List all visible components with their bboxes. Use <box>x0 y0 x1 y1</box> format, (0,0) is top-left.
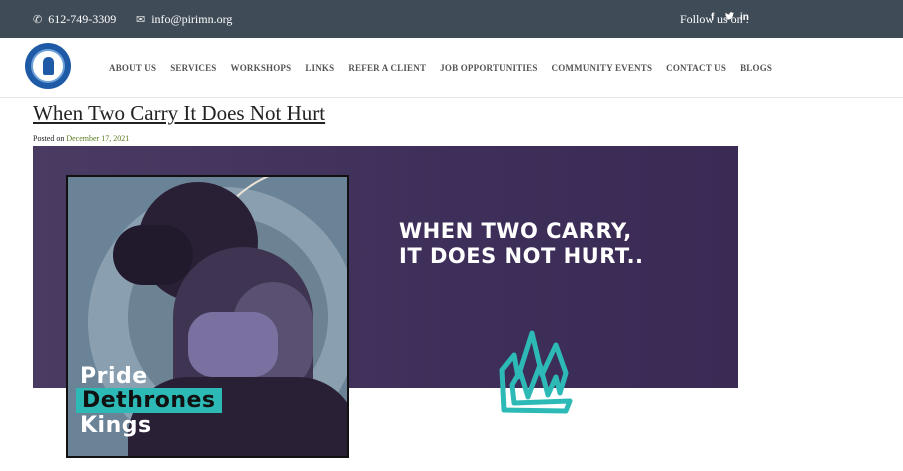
nav-menu: ABOUT US SERVICES WORKSHOPS LINKS REFER … <box>109 63 772 73</box>
follow-label: Follow us on : <box>679 12 749 26</box>
nav-item-community-events[interactable]: COMMUNITY EVENTS <box>552 63 653 73</box>
post-meta: Posted on December 17, 2021 <box>33 134 129 143</box>
email-contact[interactable]: ✉ info@pirimn.org <box>136 12 232 27</box>
poster-text-dethrones: Dethrones <box>76 388 222 413</box>
posted-on-label: Posted on <box>33 134 65 143</box>
top-bar: ✆ 612-749-3309 ✉ info@pirimn.org Follow … <box>0 0 903 38</box>
phone-number[interactable]: 612-749-3309 <box>48 12 116 27</box>
nav-item-blogs[interactable]: BLOGS <box>740 63 772 73</box>
pirimn-logo[interactable] <box>25 43 71 89</box>
nav-item-about-us[interactable]: ABOUT US <box>109 63 156 73</box>
main-navigation: ABOUT US SERVICES WORKSHOPS LINKS REFER … <box>0 38 903 98</box>
nav-item-contact-us[interactable]: CONTACT US <box>666 63 726 73</box>
logo-ring <box>31 49 65 83</box>
poster-text-kings: Kings <box>80 413 152 438</box>
nav-item-workshops[interactable]: WORKSHOPS <box>231 63 292 73</box>
poster-text-pride: Pride <box>80 364 148 389</box>
envelope-icon: ✉ <box>136 14 146 26</box>
phone-contact[interactable]: ✆ 612-749-3309 <box>33 12 116 27</box>
banner-headline-line1: When two carry, <box>399 219 632 243</box>
email-address[interactable]: info@pirimn.org <box>151 12 232 27</box>
phone-icon: ✆ <box>33 14 43 26</box>
crown-icon <box>499 330 573 414</box>
poster-mask-front <box>188 312 278 377</box>
linkedin-icon[interactable]: in <box>740 12 749 23</box>
twitter-icon[interactable] <box>725 12 734 23</box>
nav-item-services[interactable]: SERVICES <box>170 63 216 73</box>
nav-item-links[interactable]: LINKS <box>305 63 334 73</box>
logo-figure <box>43 57 54 75</box>
banner-headline-line2: it does not hurt.. <box>399 244 644 268</box>
nav-item-job-opportunities[interactable]: JOB OPPORTUNITIES <box>440 63 537 73</box>
nav-item-refer-a-client[interactable]: REFER A CLIENT <box>348 63 426 73</box>
poster-mask-back <box>113 225 193 285</box>
facebook-icon[interactable]: f <box>711 12 714 23</box>
post-title[interactable]: When Two Carry It Does Not Hurt <box>33 101 325 126</box>
banner-headline: When two carry, it does not hurt.. <box>399 219 644 269</box>
post-date-link[interactable]: December 17, 2021 <box>66 134 129 143</box>
